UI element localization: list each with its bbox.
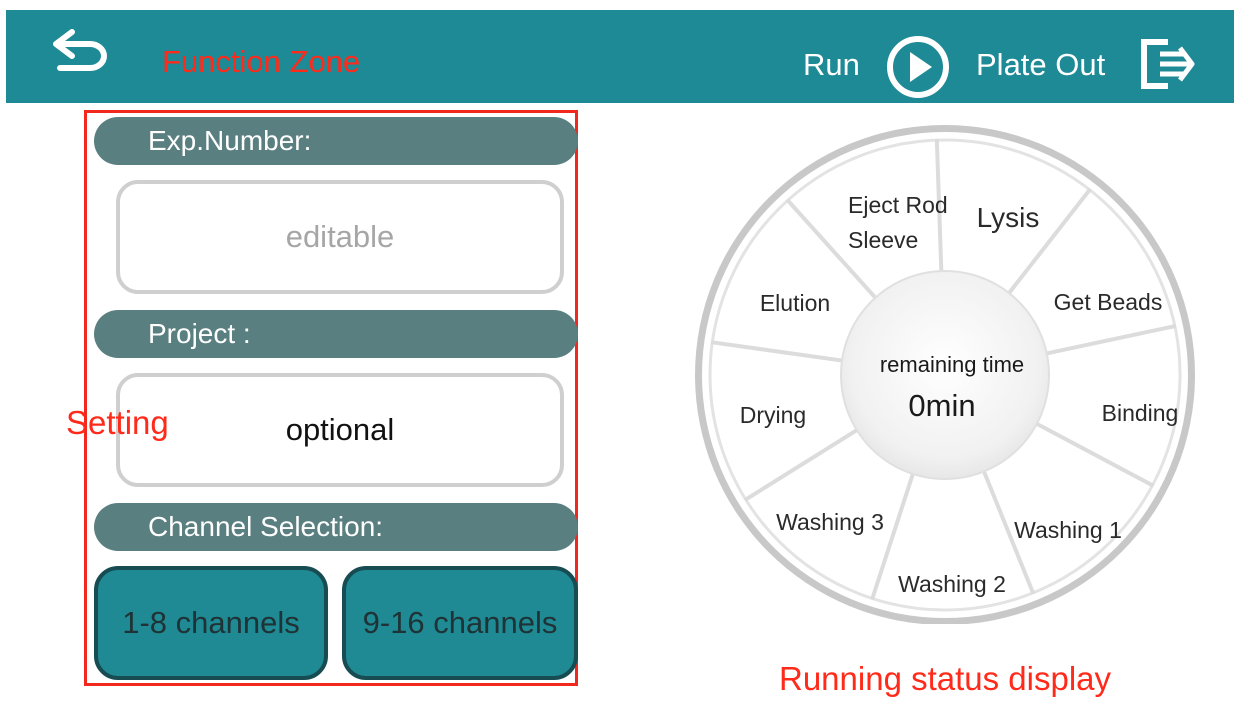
function-zone-annotation: Function Zone — [162, 44, 361, 79]
step-washing-3: Washing 3 — [776, 509, 884, 535]
back-arrow-icon[interactable] — [50, 28, 112, 72]
channels-1-8-button[interactable]: 1-8 channels — [94, 566, 328, 680]
project-select[interactable]: optional — [116, 373, 564, 487]
play-circle-icon[interactable] — [885, 34, 951, 100]
step-lysis: Lysis — [977, 202, 1040, 233]
exp-number-field[interactable]: editable — [116, 180, 564, 294]
remaining-time-label: remaining time — [880, 352, 1024, 377]
run-button-label[interactable]: Run — [803, 47, 860, 83]
plate-out-button-label[interactable]: Plate Out — [976, 47, 1105, 83]
running-status-dial: Lysis Get Beads Binding Washing 1 Washin… — [695, 125, 1195, 624]
step-washing-1: Washing 1 — [1014, 517, 1122, 543]
channel-selection-header: Channel Selection: — [94, 503, 578, 551]
step-drying: Drying — [740, 402, 806, 428]
step-washing-2: Washing 2 — [898, 571, 1006, 597]
step-binding: Binding — [1102, 400, 1179, 426]
remaining-time-value: 0min — [908, 388, 975, 423]
step-elution: Elution — [760, 290, 830, 316]
step-get-beads: Get Beads — [1054, 289, 1163, 315]
exit-icon[interactable] — [1138, 36, 1196, 92]
channels-9-16-button[interactable]: 9-16 channels — [342, 566, 578, 680]
setting-annotation: Setting — [66, 404, 169, 441]
exp-number-header: Exp.Number: — [94, 117, 578, 165]
step-eject-rod-sleeve-line2: Sleeve — [848, 227, 918, 253]
step-eject-rod-sleeve-line1: Eject Rod — [848, 192, 948, 218]
project-header: Project : — [94, 310, 578, 358]
running-status-annotation: Running status display — [779, 660, 1112, 697]
